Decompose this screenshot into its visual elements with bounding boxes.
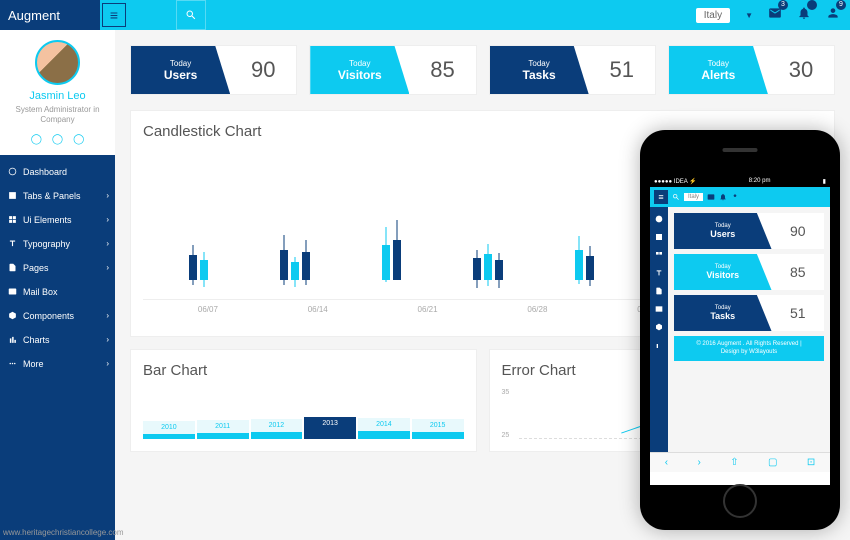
more-icon (8, 359, 17, 368)
watermark: www.heritagechristiancollege.com (3, 528, 124, 537)
bell-button[interactable] (797, 6, 811, 25)
battery-icon: ▮ (823, 178, 826, 185)
avatar[interactable] (35, 40, 80, 85)
chevron-right-icon: › (106, 191, 109, 200)
chevron-right-icon: › (106, 359, 109, 368)
phone-stat-users[interactable]: TodayUsers90 (674, 213, 824, 249)
phone-country[interactable]: Italy (684, 193, 703, 201)
country-selector[interactable]: Italy (696, 8, 730, 23)
phone-stat-tasks[interactable]: TodayTasks51 (674, 295, 824, 331)
user-icon[interactable] (731, 193, 739, 201)
nav-pages[interactable]: Pages› (0, 256, 115, 280)
pages-icon (8, 263, 17, 272)
hamburger-icon: ≡ (658, 192, 663, 202)
phone-screen: ●●●●● IDEA ⚡8:20 pm▮ ≡ Italy TodayUsers9… (650, 175, 830, 485)
phone-main: TodayUsers90 TodayVisitors85 TodayTasks5… (668, 207, 830, 452)
user-role: System Administrator in Company (5, 105, 110, 126)
phone-footer: © 2016 Augment . All Rights Reserved |De… (674, 336, 824, 361)
chevron-right-icon: › (106, 215, 109, 224)
phone-sidebar (650, 207, 668, 452)
share-icon[interactable]: ⇧ (730, 457, 738, 468)
chevron-right-icon: › (106, 335, 109, 344)
phone-statusbar: ●●●●● IDEA ⚡8:20 pm▮ (650, 175, 830, 187)
menu-toggle-button[interactable]: ≡ (102, 3, 126, 27)
profile-section: Jasmin Leo System Administrator in Compa… (0, 30, 115, 155)
nav: Dashboard Tabs & Panels› Ui Elements› Ty… (0, 155, 115, 376)
font-icon[interactable] (655, 269, 663, 277)
user-name: Jasmin Leo (5, 90, 110, 102)
stats-row: TodayUsers90 TodayVisitors85 TodayTasks5… (130, 45, 835, 95)
forward-icon[interactable]: › (697, 457, 700, 468)
stat-value: 85 (409, 46, 475, 94)
mail-badge: 3 (778, 0, 788, 10)
bar-chart-title: Bar Chart (143, 362, 464, 379)
topbar-right: Italy ▼ 3 9 (696, 6, 840, 25)
chart-icon (8, 335, 17, 344)
nav-mailbox[interactable]: Mail Box (0, 280, 115, 304)
search-button[interactable] (176, 0, 206, 30)
cube-icon[interactable] (655, 323, 663, 331)
gauge-icon[interactable] (655, 215, 663, 223)
nav-charts[interactable]: Charts› (0, 328, 115, 352)
phone-bottom-nav: ‹ › ⇧ ▢ ⊡ (650, 452, 830, 472)
bell-icon[interactable] (719, 193, 727, 201)
stat-tasks[interactable]: TodayTasks51 (489, 45, 656, 95)
nav-typography[interactable]: Typography› (0, 232, 115, 256)
gauge-icon (8, 167, 17, 176)
topbar: Augment ≡ Italy ▼ 3 9 (0, 0, 850, 30)
bookmark-icon[interactable]: ▢ (768, 457, 777, 468)
bar-chart[interactable]: 2010 2011 2012 2013 2014 2015 (143, 389, 464, 439)
profile-icon-2[interactable]: ◯ (52, 134, 63, 145)
nav-components[interactable]: Components› (0, 304, 115, 328)
country-chevron-icon: ▼ (745, 11, 753, 20)
user-menu-button[interactable]: 9 (826, 6, 840, 25)
bar-chart-card: Bar Chart 2010 2011 2012 2013 2014 2015 (130, 349, 477, 452)
nav-more[interactable]: More› (0, 352, 115, 376)
mail-icon[interactable] (707, 193, 715, 201)
sidebar: Jasmin Leo System Administrator in Compa… (0, 30, 115, 540)
search-icon (185, 9, 197, 21)
stat-visitors[interactable]: TodayVisitors85 (309, 45, 476, 95)
nav-dashboard[interactable]: Dashboard (0, 160, 115, 184)
chevron-right-icon: › (106, 239, 109, 248)
phone-mockup: ●●●●● IDEA ⚡8:20 pm▮ ≡ Italy TodayUsers9… (640, 130, 840, 530)
phone-menu-button[interactable]: ≡ (654, 190, 668, 204)
stat-users[interactable]: TodayUsers90 (130, 45, 297, 95)
chevron-right-icon: › (106, 311, 109, 320)
back-icon[interactable]: ‹ (665, 457, 668, 468)
bell-badge (807, 0, 817, 10)
tabs-icon[interactable]: ⊡ (807, 457, 815, 468)
grid-icon[interactable] (655, 251, 663, 259)
nav-tabs-panels[interactable]: Tabs & Panels› (0, 184, 115, 208)
stat-alerts[interactable]: TodayAlerts30 (668, 45, 835, 95)
mail-button[interactable]: 3 (768, 6, 782, 25)
stat-value: 30 (768, 46, 834, 94)
chart-icon[interactable] (655, 341, 663, 349)
hamburger-icon: ≡ (110, 7, 118, 23)
nav-ui-elements[interactable]: Ui Elements› (0, 208, 115, 232)
profile-icon-1[interactable]: ◯ (31, 134, 42, 145)
pages-icon[interactable] (655, 287, 663, 295)
tabs-icon[interactable] (655, 233, 663, 241)
grid-icon (8, 215, 17, 224)
stat-value: 90 (230, 46, 296, 94)
phone-stat-visitors[interactable]: TodayVisitors85 (674, 254, 824, 290)
search-icon[interactable] (672, 193, 680, 201)
profile-icons: ◯ ◯ ◯ (5, 134, 110, 145)
cube-icon (8, 311, 17, 320)
phone-topbar: ≡ Italy (650, 187, 830, 207)
mail-icon[interactable] (655, 305, 663, 313)
user-badge: 9 (836, 0, 846, 10)
chevron-right-icon: › (106, 263, 109, 272)
tabs-icon (8, 191, 17, 200)
font-icon (8, 239, 17, 248)
profile-icon-3[interactable]: ◯ (73, 134, 84, 145)
stat-value: 51 (589, 46, 655, 94)
brand-logo[interactable]: Augment (0, 0, 100, 30)
mail-icon (8, 287, 17, 296)
